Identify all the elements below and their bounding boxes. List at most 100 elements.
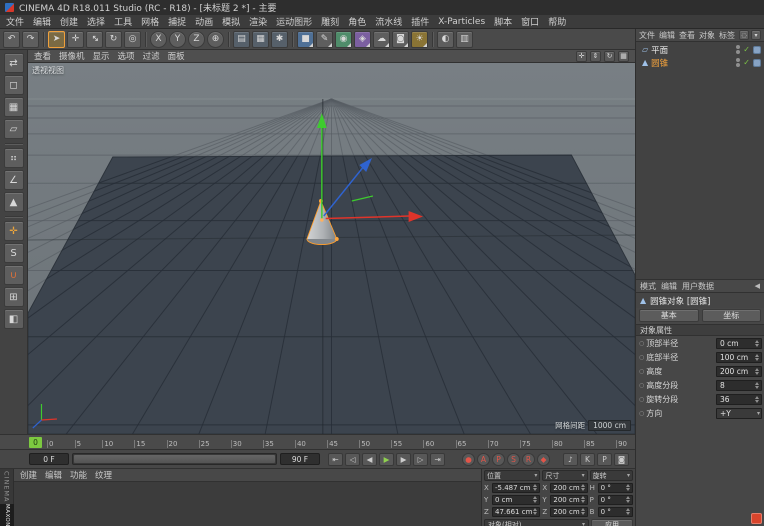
cone-radius-handle[interactable]: [335, 237, 339, 241]
object-row-2[interactable]: ▲圆锥✓: [636, 56, 764, 69]
timeline-tick[interactable]: 40: [295, 440, 306, 448]
display-mode-button[interactable]: ◐: [437, 31, 454, 48]
timeline-tick[interactable]: 60: [423, 440, 434, 448]
coordinate-mode-dropdown[interactable]: 对象(相对) ▾: [484, 519, 589, 526]
phong-tag-icon[interactable]: [753, 59, 761, 67]
polygons-mode-icon[interactable]: ▲: [4, 192, 24, 212]
timeline-tick[interactable]: 65: [456, 440, 467, 448]
timeline-tick[interactable]: 0: [47, 440, 53, 448]
coordinate-input[interactable]: 0 cm: [492, 495, 540, 505]
edges-mode-icon[interactable]: ∠: [4, 170, 24, 190]
attribute-tab-1[interactable]: 基本: [639, 309, 699, 322]
timeline-tick[interactable]: 5: [75, 440, 81, 448]
menu-15[interactable]: 插件: [411, 15, 429, 28]
timeline-tick[interactable]: 35: [263, 440, 274, 448]
record-rotation-toggle[interactable]: R: [522, 453, 535, 466]
timeline-tick[interactable]: 70: [488, 440, 499, 448]
pan-view-icon[interactable]: ✛: [576, 51, 587, 62]
viewport-layout-button[interactable]: ▥: [456, 31, 473, 48]
keyframe-circle-icon[interactable]: ○: [639, 368, 644, 375]
menu-18[interactable]: 窗口: [521, 15, 539, 28]
phong-tag-icon[interactable]: [753, 46, 761, 54]
keyframe-circle-icon[interactable]: ○: [639, 410, 644, 417]
coordinates-group-header[interactable]: 旋转▾: [590, 470, 633, 481]
menu-12[interactable]: 雕刻: [321, 15, 339, 28]
menu-7[interactable]: 捕捉: [168, 15, 186, 28]
timeline-tick[interactable]: 75: [520, 440, 531, 448]
visibility-dots[interactable]: [736, 45, 740, 54]
coordinate-input[interactable]: 200 cm: [550, 483, 587, 493]
timeline-tick[interactable]: 25: [199, 440, 210, 448]
om-menu-4[interactable]: 对象: [699, 30, 715, 41]
viewport-menu-2[interactable]: 摄像机: [59, 50, 85, 62]
texture-mode-icon[interactable]: ▦: [4, 97, 24, 117]
timeline-tick[interactable]: 20: [167, 440, 178, 448]
timeline-tick[interactable]: 50: [359, 440, 370, 448]
timeline-tick[interactable]: 55: [391, 440, 402, 448]
toggle-layout-icon[interactable]: ▦: [618, 51, 629, 62]
y-axis-lock-button[interactable]: Y: [169, 31, 186, 48]
am-menu-3[interactable]: 用户数据: [682, 281, 714, 292]
value-stepper[interactable]: [532, 496, 538, 503]
menu-14[interactable]: 流水线: [375, 15, 402, 28]
points-mode-icon[interactable]: ⠶: [4, 148, 24, 168]
environment-button[interactable]: ☁: [373, 31, 390, 48]
viewport-scene[interactable]: [28, 63, 635, 434]
undo-icon[interactable]: ↶: [3, 31, 20, 48]
value-stepper[interactable]: [625, 496, 631, 503]
value-stepper[interactable]: [532, 508, 538, 515]
menu-13[interactable]: 角色: [348, 15, 366, 28]
prev-key-button[interactable]: ◁: [345, 453, 360, 466]
next-key-button[interactable]: ▷: [413, 453, 428, 466]
deformers-button[interactable]: ◈: [354, 31, 371, 48]
light-button[interactable]: ☀: [411, 31, 428, 48]
workplane-snap-icon[interactable]: ⊞: [4, 287, 24, 307]
model-mode-icon[interactable]: ◻: [4, 75, 24, 95]
viewport-solo-icon[interactable]: S: [4, 243, 24, 263]
coordinate-system-button[interactable]: ⊕: [207, 31, 224, 48]
om-menu-5[interactable]: 标签: [719, 30, 735, 41]
render-view-button[interactable]: ▤: [233, 31, 250, 48]
timeline-tick[interactable]: 10: [102, 440, 113, 448]
keyframe-circle-icon[interactable]: ○: [639, 340, 644, 347]
object-row-1[interactable]: ▱平面✓: [636, 43, 764, 56]
zoom-view-icon[interactable]: ⇕: [590, 51, 601, 62]
current-frame-marker[interactable]: 0: [29, 437, 42, 448]
am-menu-2[interactable]: 编辑: [661, 281, 677, 292]
coordinate-input[interactable]: 200 cm: [550, 507, 587, 517]
timeline-range-slider[interactable]: [72, 453, 277, 465]
visibility-dots[interactable]: [736, 58, 740, 67]
material-list-empty[interactable]: [14, 482, 481, 526]
om-filter-icon[interactable]: ▾: [751, 30, 761, 40]
coordinate-input[interactable]: -5.487 cm: [492, 483, 540, 493]
menu-10[interactable]: 渲染: [249, 15, 267, 28]
z-axis-lock-button[interactable]: Z: [188, 31, 205, 48]
property-dropdown[interactable]: +Y▾: [716, 408, 762, 419]
generators-button[interactable]: ◉: [335, 31, 352, 48]
value-stepper[interactable]: [754, 354, 760, 361]
make-editable-icon[interactable]: ⇄: [4, 53, 24, 73]
menu-9[interactable]: 模拟: [222, 15, 240, 28]
menu-19[interactable]: 帮助: [548, 15, 566, 28]
om-menu-3[interactable]: 查看: [679, 30, 695, 41]
timeline-tick[interactable]: 90: [616, 440, 627, 448]
record-parameter-toggle[interactable]: ◆: [537, 453, 550, 466]
viewport-3d[interactable]: 透视视图 网格间距 1000 cm: [28, 63, 635, 434]
scale-tool-icon[interactable]: ↔: [86, 31, 103, 48]
value-stepper[interactable]: [580, 484, 586, 491]
menu-5[interactable]: 工具: [114, 15, 132, 28]
value-stepper[interactable]: [754, 396, 760, 403]
end-frame-field[interactable]: 90 F: [280, 453, 320, 465]
apply-button[interactable]: 应用: [591, 519, 633, 526]
keyframe-circle-icon[interactable]: ○: [639, 354, 644, 361]
value-stepper[interactable]: [754, 368, 760, 375]
property-input[interactable]: 36: [716, 394, 762, 405]
enable-axis-icon[interactable]: ✛: [4, 221, 24, 241]
keyframe-circle-icon[interactable]: ○: [639, 396, 644, 403]
sound-toggle-icon[interactable]: ♪: [563, 453, 578, 466]
enable-snap-icon[interactable]: ∪: [4, 265, 24, 285]
am-menu-1[interactable]: 模式: [640, 281, 656, 292]
material-menu-3[interactable]: 功能: [70, 469, 87, 481]
coordinate-input[interactable]: 200 cm: [550, 495, 587, 505]
timeline-tick[interactable]: 45: [327, 440, 338, 448]
